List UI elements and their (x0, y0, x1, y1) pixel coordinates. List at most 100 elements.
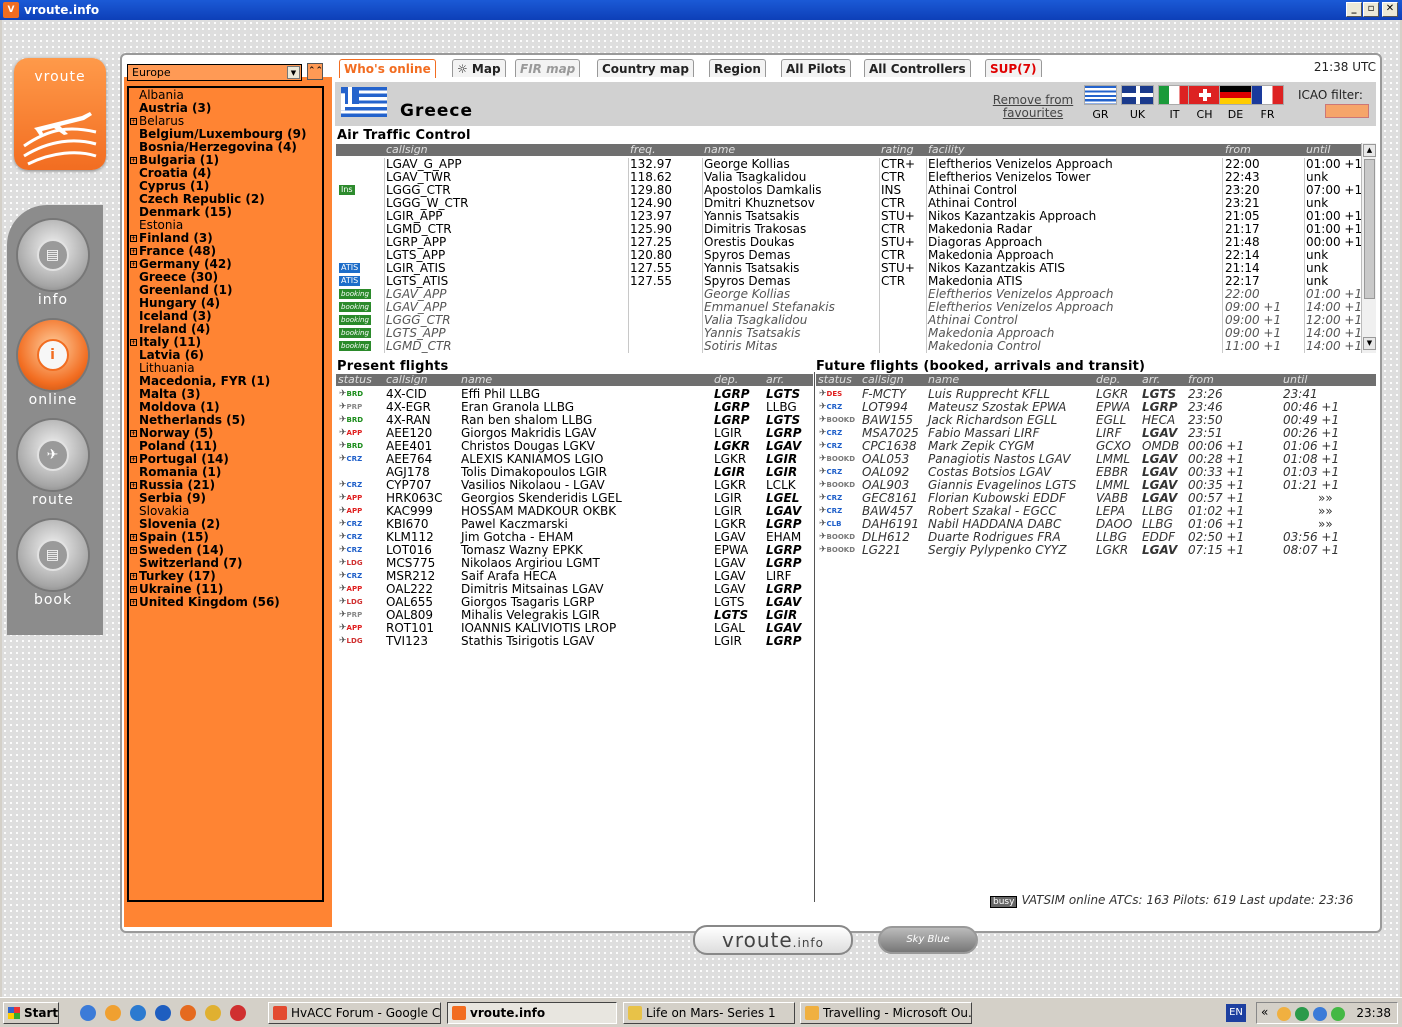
app-icon: V (3, 2, 19, 18)
atc-row[interactable]: ATIS LGIR_ATIS 127.55 Yannis Tsatsakis STU+ N… (336, 262, 1361, 275)
plane-glyph: ✈ (339, 545, 347, 555)
tab-5[interactable]: All Pilots (781, 59, 851, 77)
quicklaunch-icon[interactable] (80, 1005, 96, 1021)
expand-icon[interactable]: + (130, 430, 137, 437)
tab-7[interactable]: SUP(7) (985, 59, 1042, 77)
atc-row[interactable]: LGRP_APP 127.25 Orestis Doukas STU+ Diagoras… (336, 236, 1362, 249)
tray-expand-icon[interactable]: « (1261, 1005, 1268, 1019)
favourite-uk[interactable]: UK (1120, 85, 1155, 121)
tab-2[interactable]: FIR map (515, 59, 581, 77)
country-item[interactable]: + United Kingdom (56) (129, 596, 322, 609)
atc-freq: 127.55 (630, 274, 672, 288)
quicklaunch-icon[interactable] (105, 1005, 121, 1021)
expand-icon[interactable]: + (130, 261, 137, 268)
atc-row[interactable]: booking LGMD_CTR Sotiris Mitas Makedonia Co… (336, 340, 1362, 353)
tab-1[interactable]: ☼ Map (452, 59, 506, 77)
remove-favourite-link[interactable]: Remove from favourites (990, 94, 1076, 120)
expand-icon[interactable]: + (130, 235, 137, 242)
tab-0[interactable]: Who's online (339, 59, 436, 78)
status-bookd-icon: ✈BOOKD (819, 455, 855, 464)
favourite-fr[interactable]: FR (1250, 85, 1285, 121)
flight-row[interactable]: ✈LDG TVI123 Stathis Tsirigotis LGAV LGIR LGR… (336, 635, 813, 648)
atc-row[interactable]: booking LGGG_CTR Valia Tsagkalidou Athinai … (336, 314, 1362, 327)
sky-blue-text: Sky Blue (906, 934, 950, 945)
sky-blue-logo[interactable]: Sky Blue (878, 926, 978, 954)
expand-icon[interactable]: + (130, 586, 137, 593)
collapse-icon[interactable]: ⌃⌃ (307, 63, 323, 80)
status-crz-icon: ✈CRZ (819, 468, 842, 477)
atc-row[interactable]: LGAV_TWR 118.62 Valia Tsagkalidou CTR Elefth… (336, 171, 1361, 184)
remove-favourite-label: Remove from favourites (992, 93, 1074, 120)
expand-icon[interactable]: + (130, 547, 137, 554)
chrome-icon[interactable] (230, 1005, 246, 1021)
nav-book-button[interactable]: ▤ book (12, 520, 94, 608)
region-select[interactable]: Europe ▼ (127, 64, 302, 81)
start-button[interactable]: Start (3, 1002, 59, 1024)
tab-3[interactable]: Country map (597, 59, 694, 77)
quicklaunch-icon[interactable] (205, 1005, 221, 1021)
media-icon[interactable] (155, 1005, 171, 1021)
favourite-de[interactable]: DE (1218, 85, 1253, 121)
nav-route-button[interactable]: ✈ route (12, 420, 94, 508)
expand-icon[interactable]: + (130, 157, 137, 164)
icao-filter-input[interactable] (1325, 104, 1369, 118)
taskbar-task[interactable]: HvACC Forum - Google C... (268, 1002, 441, 1024)
taskbar-task[interactable]: Life on Mars- Series 1 (623, 1002, 795, 1024)
tray-icon[interactable] (1313, 1007, 1327, 1021)
atc-row[interactable]: LGTS_APP 120.80 Spyros Demas CTR Makedonia A… (336, 249, 1361, 262)
atc-row[interactable]: booking LGTS_APP Yannis Tsatsakis Makedonia… (336, 327, 1362, 340)
taskbar-task[interactable]: Travelling - Microsoft Ou... (800, 1002, 972, 1024)
tab-4[interactable]: Region (709, 59, 766, 77)
nav-info-button[interactable]: ▤ info (12, 220, 94, 308)
future-flight-row[interactable]: ✈BOOKD LG221 Sergiy Pylypenko CYYZ LGKR LGAV… (816, 544, 1376, 557)
atc-row[interactable]: LGGG_W_CTR 124.90 Dmitri Khuznetsov CTR Athi… (336, 197, 1361, 210)
favourite-gr[interactable]: GR (1083, 85, 1118, 121)
expand-icon[interactable]: + (130, 248, 137, 255)
expand-icon[interactable]: + (130, 118, 137, 125)
nav-online-button[interactable]: i online (12, 320, 94, 408)
atc-row[interactable]: booking LGAV_APP Emmanuel Stefanakis Elefth… (336, 301, 1362, 314)
atc-row[interactable]: LGMD_CTR 125.90 Dimitris Trakosas CTR Makedo… (336, 223, 1362, 236)
scroll-thumb[interactable] (1364, 159, 1375, 299)
tray-icon[interactable] (1277, 1007, 1291, 1021)
close-button[interactable]: ✕ (1382, 2, 1398, 17)
expand-icon[interactable]: + (130, 339, 137, 346)
tab-6[interactable]: All Controllers (864, 59, 971, 77)
status-ldg-icon: ✈LDG (339, 598, 363, 607)
ie-icon[interactable] (130, 1005, 146, 1021)
status-code: CRZ (826, 429, 843, 437)
minimize-button[interactable]: _ (1346, 2, 1362, 17)
expand-icon[interactable]: + (130, 482, 137, 489)
scroll-up-icon[interactable]: ▲ (1363, 144, 1376, 157)
status-prp-icon: ✈PRP (339, 611, 362, 620)
expand-icon[interactable]: + (130, 599, 137, 606)
expand-icon[interactable]: + (130, 456, 137, 463)
present-col-2: name (461, 373, 493, 386)
plane-glyph: ✈ (339, 558, 347, 568)
status-code: CRZ (826, 468, 843, 476)
expand-icon[interactable]: + (130, 534, 137, 541)
plane-glyph: ✈ (819, 493, 827, 503)
tray-icon[interactable] (1331, 1007, 1345, 1021)
maximize-button[interactable]: ▫ (1363, 2, 1379, 17)
expand-icon[interactable]: + (130, 573, 137, 580)
task-app-icon (805, 1006, 819, 1020)
scroll-down-icon[interactable]: ▼ (1363, 337, 1376, 350)
tray-icon[interactable] (1295, 1007, 1309, 1021)
vroute-logo[interactable]: vroute (14, 58, 106, 170)
nav-info-glyph: ▤ (37, 239, 69, 271)
atc-row[interactable]: LGIR_APP 123.97 Yannis Tsatsakis STU+ Nikos … (336, 210, 1362, 223)
firefox-icon[interactable] (180, 1005, 196, 1021)
country-label: Portugal (14) (139, 452, 229, 466)
atc-row[interactable]: booking LGAV_APP George Kollias Eleftherios… (336, 288, 1362, 301)
language-indicator[interactable]: EN (1226, 1004, 1246, 1022)
atc-row[interactable]: LGAV_G_APP 132.97 George Kollias CTR+ Elefth… (336, 158, 1362, 171)
taskbar-task[interactable]: vroute.info (447, 1002, 617, 1024)
favourite-ch[interactable]: CH (1187, 85, 1222, 121)
atc-row[interactable]: Ins LGGG_CTR 129.80 Apostolos Damkalis INS At… (336, 184, 1362, 197)
atc-row[interactable]: ATIS LGTS_ATIS 127.55 Spyros Demas CTR Makedo… (336, 275, 1361, 288)
vroute-bottom-logo[interactable]: vroute.info (693, 925, 853, 955)
country-label: Serbia (9) (139, 491, 206, 505)
atc-scrollbar[interactable]: ▲ ▼ (1361, 143, 1376, 353)
chevron-down-icon[interactable]: ▼ (287, 66, 300, 79)
